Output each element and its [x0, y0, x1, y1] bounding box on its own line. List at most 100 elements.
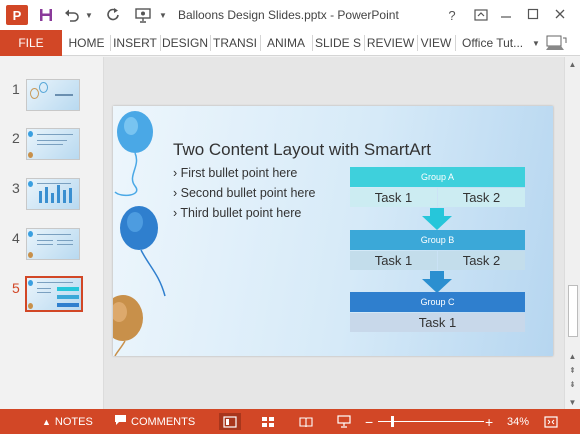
thumb-text-line [37, 244, 53, 245]
fit-slide-to-window-icon[interactable] [540, 413, 562, 430]
tab-animations[interactable]: ANIMA [261, 30, 311, 56]
comments-label: COMMENTS [131, 415, 196, 428]
smartart-task[interactable]: Task 1 [350, 188, 437, 207]
slide-thumbnail[interactable] [26, 128, 80, 160]
balloon-string-shape [140, 249, 166, 297]
slide-thumbnail-selected[interactable] [25, 276, 83, 312]
account-dropdown-icon[interactable]: ▼ [532, 39, 540, 48]
customize-toolbar-icon[interactable]: ▼ [158, 5, 168, 25]
thumb-text-line [37, 282, 73, 283]
maximize-icon[interactable] [520, 3, 546, 25]
title-bar: P ▼ ▼ Balloons Design Slides.pptx - Powe… [0, 0, 580, 30]
smartart-task[interactable]: Task 2 [438, 251, 525, 270]
normal-view-icon[interactable] [219, 413, 241, 430]
thumbnail-row[interactable]: 5 [0, 276, 104, 318]
tab-separator [455, 35, 456, 51]
smartart-task[interactable]: Task 2 [438, 188, 525, 207]
scrollbar-thumb[interactable] [568, 285, 578, 337]
zoom-slider-thumb[interactable] [391, 416, 395, 427]
save-icon[interactable] [36, 5, 56, 25]
slide-thumbnail[interactable] [26, 228, 80, 260]
slide-title[interactable]: Two Content Layout with SmartArt [173, 140, 431, 160]
reading-view-icon[interactable] [295, 413, 317, 430]
thumb-smartart-box [57, 287, 79, 291]
minimize-icon[interactable] [493, 3, 519, 25]
scroll-up-icon[interactable]: ▲ [565, 349, 580, 363]
thumb-balloon-shape [39, 82, 48, 93]
slide-thumbnail[interactable] [26, 178, 80, 210]
thumb-chart-bar [39, 191, 42, 203]
balloon-highlight-shape [124, 117, 138, 135]
thumb-balloon-shape [28, 231, 33, 237]
thumb-balloon-shape [28, 280, 33, 286]
thumb-smartart-box [57, 303, 79, 307]
thumbnail-row[interactable]: 3 [0, 178, 104, 218]
vertical-scrollbar[interactable]: ▲ ▲ ⇞ ⇟ ▼ [564, 57, 580, 409]
bullet-list[interactable]: › First bullet point here › Second bulle… [173, 166, 315, 226]
thumbnail-row[interactable]: 4 [0, 228, 104, 268]
comments-button[interactable]: COMMENTS [114, 409, 195, 434]
window-title: Balloons Design Slides.pptx - PowerPoint [178, 8, 399, 22]
thumb-text-line [55, 94, 73, 96]
slide-thumbnail[interactable] [26, 79, 80, 111]
slide-number: 5 [12, 280, 20, 296]
tab-design[interactable]: DESIGN [161, 30, 209, 56]
scroll-up-icon[interactable]: ▲ [565, 57, 580, 71]
smartart-group-c[interactable]: Group C [350, 292, 525, 312]
tab-review[interactable]: REVIEW [365, 30, 416, 56]
thumb-text-line [37, 134, 73, 135]
start-from-beginning-icon[interactable] [132, 5, 154, 25]
slide-show-icon[interactable] [333, 413, 355, 430]
bullet-item: › Third bullet point here [173, 206, 302, 220]
zoom-out-button[interactable]: − [365, 409, 373, 434]
previous-slide-icon[interactable]: ⇞ [565, 363, 580, 377]
powerpoint-logo-icon[interactable]: P [6, 5, 28, 25]
tab-slide-show[interactable]: SLIDE S [313, 30, 363, 56]
account-picture-icon[interactable] [545, 34, 567, 52]
tab-transitions[interactable]: TRANSI [211, 30, 259, 56]
redo-icon[interactable] [104, 5, 124, 25]
tab-file[interactable]: FILE [0, 30, 62, 56]
status-bar: ▲ NOTES COMMENTS − + 34% [0, 409, 580, 434]
slide-thumbnail-pane: 1 2 3 4 5 [0, 57, 104, 409]
help-icon[interactable]: ? [445, 5, 459, 25]
zoom-in-button[interactable]: + [485, 409, 493, 434]
tab-insert[interactable]: INSERT [111, 30, 159, 56]
smartart-group-b[interactable]: Group B [350, 230, 525, 250]
tab-view[interactable]: VIEW [418, 30, 454, 56]
thumbnail-row[interactable]: 2 [0, 128, 104, 168]
balloon-string-shape [114, 340, 126, 356]
next-slide-icon[interactable]: ⇟ [565, 377, 580, 391]
balloon-string-shape [114, 152, 138, 197]
bullet-item: › First bullet point here [173, 166, 298, 180]
slide-number: 2 [12, 130, 20, 146]
undo-dropdown-icon[interactable]: ▼ [84, 5, 94, 25]
thumb-text-line [37, 292, 51, 293]
ribbon-display-options-icon[interactable] [473, 5, 489, 25]
zoom-percent[interactable]: 34% [507, 409, 529, 434]
thumbnail-row[interactable]: 1 [0, 79, 104, 119]
tab-home[interactable]: HOME [64, 30, 109, 56]
slide-number: 3 [12, 180, 20, 196]
smartart-task[interactable]: Task 1 [350, 251, 437, 270]
close-icon[interactable] [547, 3, 573, 25]
thumb-chart-bar [63, 190, 66, 203]
account-name[interactable]: Office Tut... [462, 30, 523, 56]
smartart-task[interactable]: Task 1 [350, 313, 525, 332]
slide-sorter-icon[interactable] [257, 413, 279, 430]
thumb-balloon-shape [28, 303, 33, 309]
thumb-text-line [57, 240, 73, 241]
slide-number: 1 [12, 81, 20, 97]
thumb-text-line [37, 144, 63, 145]
slide-canvas[interactable]: Two Content Layout with SmartArt › First… [113, 106, 553, 356]
notes-icon: ▲ [42, 416, 51, 427]
thumb-chart-bar [57, 185, 60, 203]
undo-icon[interactable] [62, 5, 82, 25]
smartart-group-a[interactable]: Group A [350, 167, 525, 187]
notes-button[interactable]: ▲ NOTES [42, 409, 93, 434]
notes-label: NOTES [54, 415, 93, 428]
scroll-down-icon[interactable]: ▼ [565, 395, 580, 409]
thumb-text-line [37, 288, 51, 289]
thumb-balloon-shape [30, 88, 39, 99]
slide-number: 4 [12, 230, 20, 246]
